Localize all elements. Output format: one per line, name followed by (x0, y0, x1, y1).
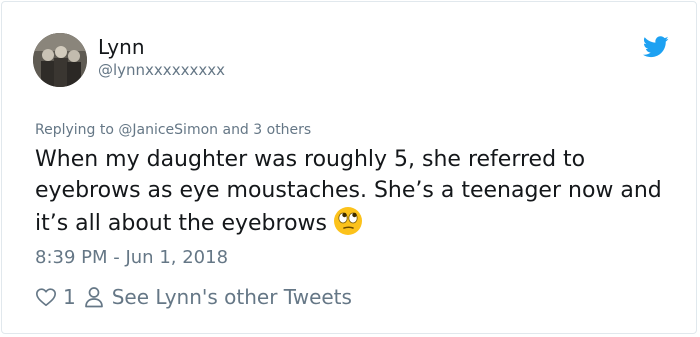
tweet-timestamp[interactable]: 8:39 PM - Jun 1, 2018 (35, 247, 228, 268)
reply-prefix: Replying to (35, 122, 114, 138)
rolling-eyes-emoji-icon (333, 207, 362, 235)
twitter-bird-icon[interactable] (643, 36, 669, 58)
other-tweets-link[interactable]: See Lynn's other Tweets (112, 285, 352, 309)
tweet-text: When my daughter was roughly 5, she refe… (35, 144, 685, 239)
reply-mention-link[interactable]: @JaniceSimon (118, 122, 218, 138)
reply-context: Replying to @JaniceSimon and 3 others (35, 122, 311, 138)
tweet-card: Lynn @lynnxxxxxxxxx Replying to @JaniceS… (1, 1, 697, 334)
author-name[interactable]: Lynn (98, 35, 145, 59)
avatar[interactable] (33, 33, 87, 87)
author-handle[interactable]: @lynnxxxxxxxxx (98, 61, 225, 79)
heart-icon[interactable] (35, 286, 57, 308)
reply-suffix[interactable]: and 3 others (222, 122, 311, 138)
tweet-actions: 1 See Lynn's other Tweets (35, 284, 352, 310)
like-count[interactable]: 1 (63, 285, 76, 309)
person-icon[interactable] (84, 286, 104, 308)
